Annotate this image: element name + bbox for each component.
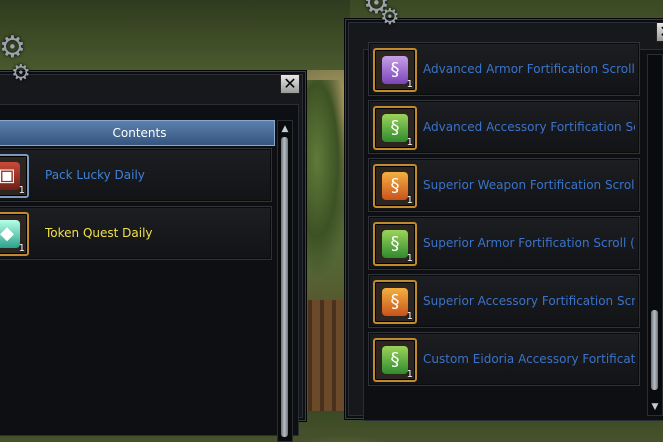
item-label: Custom Eidoria Accessory Fortification: [423, 352, 635, 366]
item-label: Advanced Accessory Fortification Scroll: [423, 120, 635, 134]
contents-header-label: Contents: [112, 126, 167, 140]
item-quantity: 1: [406, 79, 413, 90]
item-slot[interactable]: § 1: [373, 280, 417, 324]
scroll-purple-icon: §: [382, 56, 408, 84]
item-quantity: 1: [406, 137, 413, 148]
scrollbar[interactable]: ▼: [647, 54, 663, 416]
scroll-thumb[interactable]: [281, 137, 288, 437]
contents-window: ⚙ ⚙ ✕ Contents ▣ 1 Pack Lucky Daily ◆ 1 …: [0, 33, 307, 442]
contents-panel: Contents ▣ 1 Pack Lucky Daily ◆ 1 Token …: [0, 104, 299, 442]
list-item[interactable]: § 1 Advanced Accessory Fortification Scr…: [368, 100, 640, 154]
list-item[interactable]: § 1 Custom Eidoria Accessory Fortificati…: [368, 332, 640, 386]
item-slot[interactable]: § 1: [373, 48, 417, 92]
item-slot[interactable]: ▣ 1: [0, 154, 29, 198]
item-quantity: 1: [406, 253, 413, 264]
scroll-thumb[interactable]: [651, 310, 658, 390]
scroll-orange-icon: §: [382, 172, 408, 200]
item-label: Advanced Armor Fortification Scroll: [423, 62, 635, 76]
item-quantity: 1: [18, 243, 25, 254]
item-quantity: 1: [406, 369, 413, 380]
close-button[interactable]: ✕: [656, 22, 663, 42]
scroll-list-window: ⚙ ⚙ ✕ § 1 Advanced Armor Fortification S…: [344, 0, 663, 421]
item-slot[interactable]: § 1: [373, 164, 417, 208]
wrench-gear-icon: ⚙: [0, 30, 26, 65]
item-slot[interactable]: § 1: [373, 222, 417, 266]
list-item[interactable]: § 1 Superior Accessory Fortification Scr…: [368, 274, 640, 328]
gear-icon: ⚙: [380, 5, 400, 30]
close-button[interactable]: ✕: [280, 74, 300, 94]
item-label: Superior Armor Fortification Scroll (N: [423, 236, 635, 250]
item-slot[interactable]: ◆ 1: [0, 212, 29, 256]
scroll-green-icon: §: [382, 346, 408, 374]
scroll-green-icon: §: [382, 230, 408, 258]
scrollbar[interactable]: ▲: [277, 120, 293, 442]
item-label: Pack Lucky Daily: [45, 168, 145, 182]
item-slot[interactable]: § 1: [373, 106, 417, 150]
list-item[interactable]: ◆ 1 Token Quest Daily: [0, 206, 272, 260]
item-label: Superior Weapon Fortification Scroll: [423, 178, 635, 192]
background-wooden-fence: [300, 300, 350, 411]
scroll-down-button[interactable]: ▼: [649, 401, 661, 413]
scroll-orange-icon: §: [382, 288, 408, 316]
item-quantity: 1: [18, 185, 25, 196]
chest-icon: ▣: [0, 162, 20, 190]
gem-token-icon: ◆: [0, 220, 20, 248]
gear-icon: ⚙: [11, 61, 31, 86]
item-slot[interactable]: § 1: [373, 338, 417, 382]
scroll-green-icon: §: [382, 114, 408, 142]
item-quantity: 1: [406, 195, 413, 206]
list-item[interactable]: § 1 Superior Weapon Fortification Scroll: [368, 158, 640, 212]
list-item[interactable]: § 1 Superior Armor Fortification Scroll …: [368, 216, 640, 270]
background-foliage: [0, 0, 350, 70]
item-label: Token Quest Daily: [45, 226, 153, 240]
scroll-list-panel: § 1 Advanced Armor Fortification Scroll …: [363, 42, 663, 421]
item-label: Superior Accessory Fortification Scroll: [423, 294, 635, 308]
item-quantity: 1: [406, 311, 413, 322]
scroll-up-button[interactable]: ▲: [279, 123, 291, 135]
list-item[interactable]: ▣ 1 Pack Lucky Daily: [0, 148, 272, 202]
contents-header: Contents: [0, 120, 275, 146]
list-item[interactable]: § 1 Advanced Armor Fortification Scroll: [368, 42, 640, 96]
